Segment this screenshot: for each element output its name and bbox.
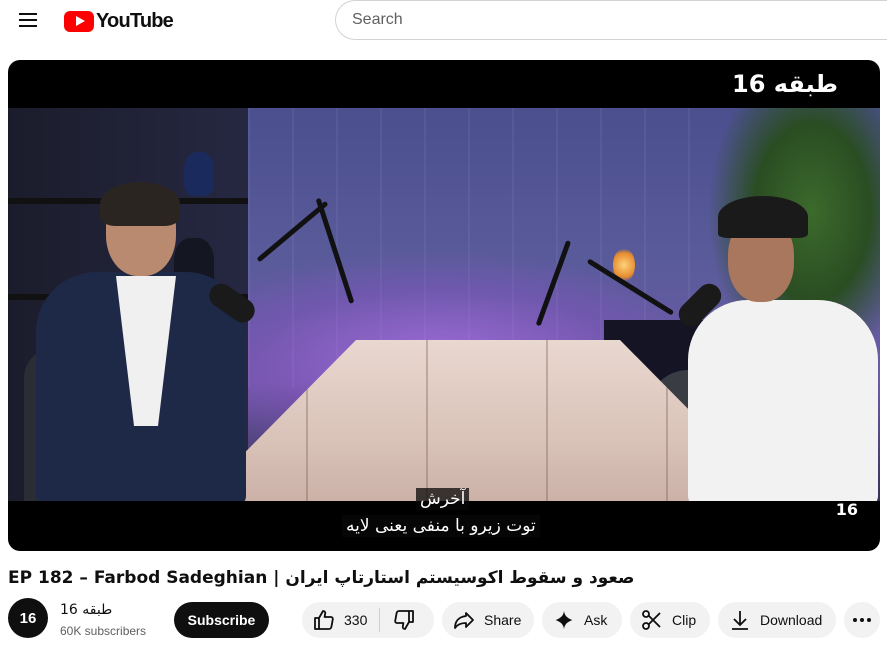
caption-line: آخرش <box>416 488 470 510</box>
masthead: YouTube <box>0 0 887 42</box>
channel-avatar[interactable]: 16 <box>8 598 48 638</box>
thumbs-down-icon <box>394 610 415 630</box>
guest <box>36 182 266 501</box>
youtube-logo-icon <box>64 10 94 32</box>
search-input[interactable] <box>335 0 887 40</box>
subscriber-count: 60K subscribers <box>60 624 147 638</box>
logo-text: YouTube <box>96 9 174 32</box>
scissors-icon <box>642 610 661 630</box>
video-frame <box>8 108 880 501</box>
download-label: Download <box>760 612 823 628</box>
host <box>648 196 878 501</box>
youtube-logo[interactable]: YouTube <box>64 9 174 33</box>
video-title: EP 182 – Farbod Sadeghian | صعود و سقوط … <box>8 568 635 588</box>
clip-button[interactable]: Clip <box>630 602 710 638</box>
subscribe-button[interactable]: Subscribe <box>174 602 269 638</box>
video-player[interactable]: طبقه 16 16 آخرش توت زیرو با منفی یعنی لا… <box>8 60 880 551</box>
sparkle-icon <box>555 610 573 630</box>
menu-icon[interactable] <box>14 8 42 32</box>
like-count: 330 <box>344 612 368 628</box>
thumbs-up-icon <box>314 610 334 630</box>
caption-line: توت زیرو با منفی یعنی لایه <box>342 515 540 537</box>
share-icon <box>454 612 474 629</box>
share-label: Share <box>484 612 522 628</box>
clip-label: Clip <box>672 612 697 628</box>
channel-watermark: طبقه 16 <box>732 70 838 98</box>
channel-name[interactable]: طبقه 16 <box>60 602 112 618</box>
ask-label: Ask <box>584 612 608 628</box>
dislike-button[interactable] <box>380 602 416 638</box>
download-icon <box>732 611 748 630</box>
ask-button[interactable]: Ask <box>542 602 622 638</box>
download-button[interactable]: Download <box>718 602 836 638</box>
share-button[interactable]: Share <box>442 602 534 638</box>
more-horizontal-icon <box>853 618 871 622</box>
corner-watermark: 16 <box>835 500 858 519</box>
like-button[interactable]: 330 <box>302 602 367 638</box>
more-actions-button[interactable] <box>844 602 880 638</box>
like-dislike-group: 330 <box>302 602 434 638</box>
